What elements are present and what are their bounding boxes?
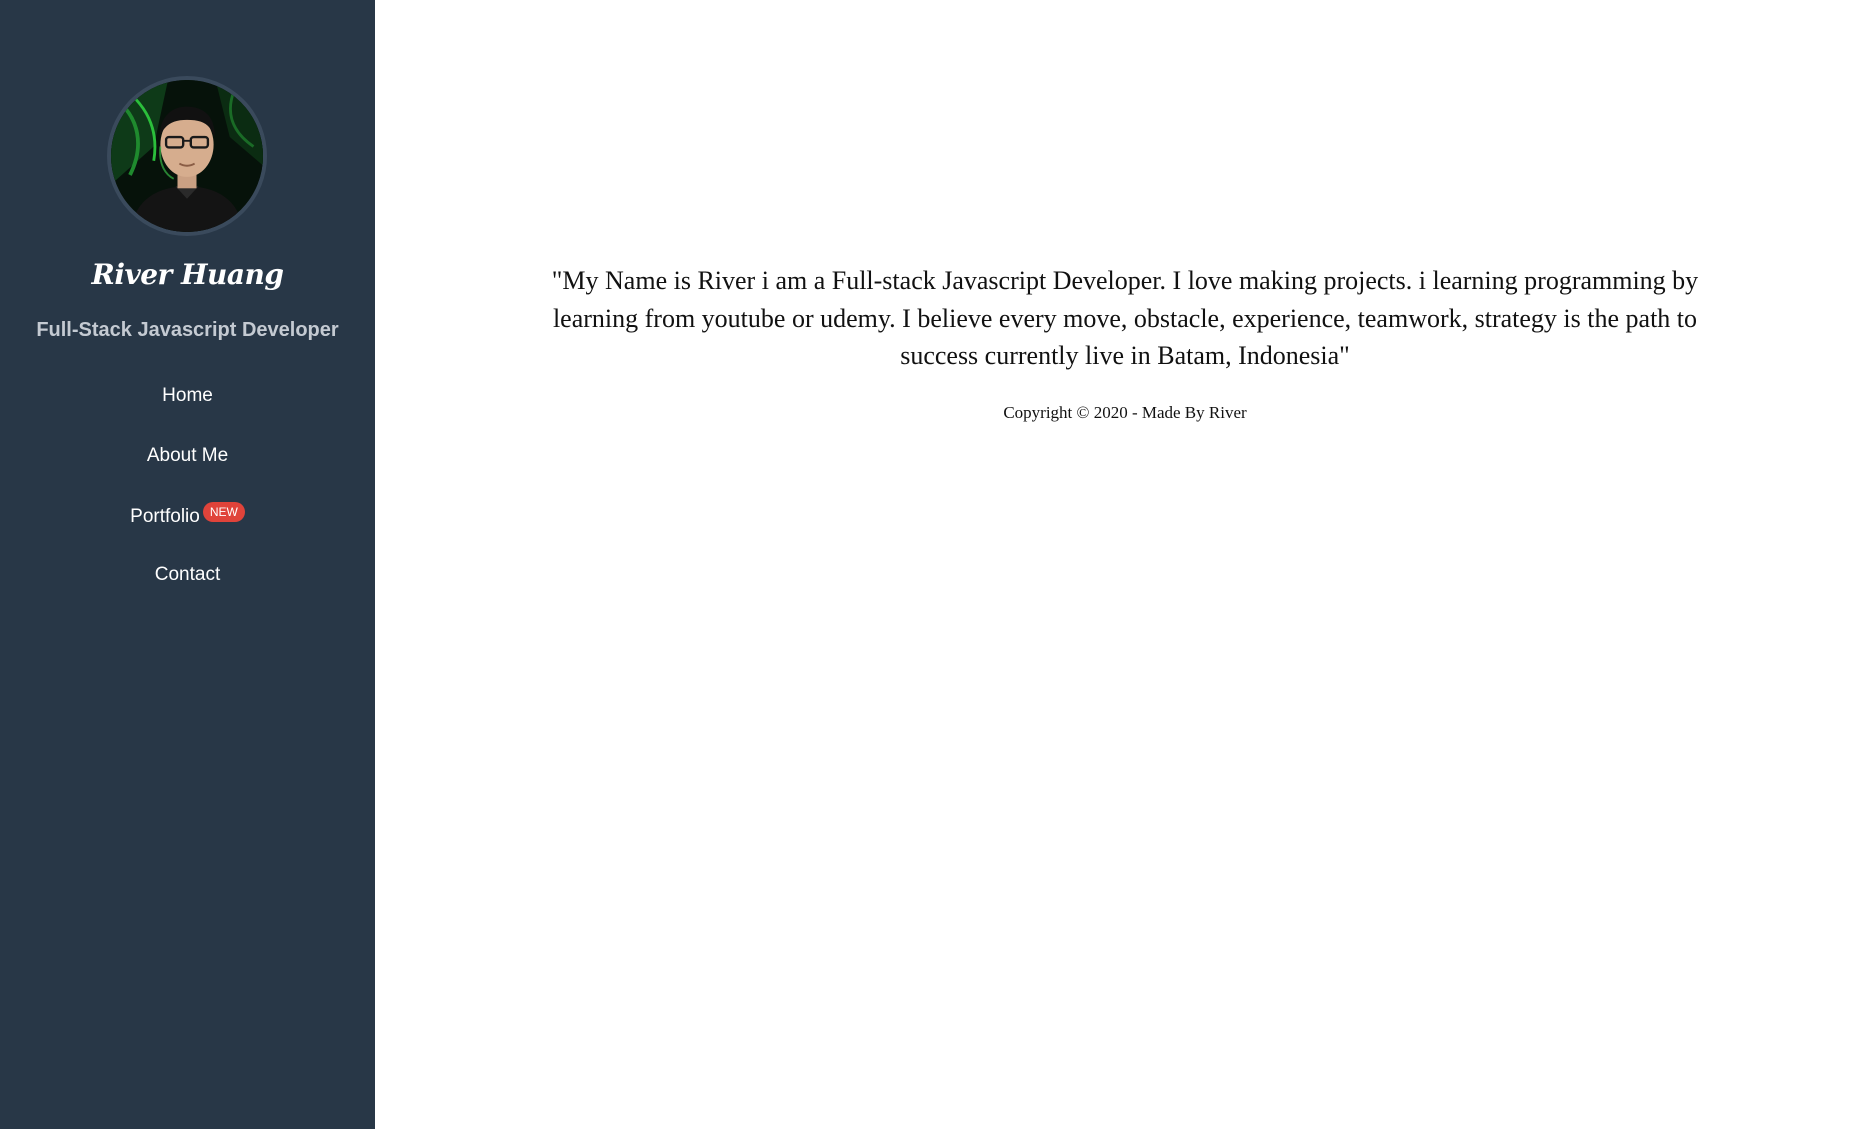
profile-photo (111, 80, 263, 232)
nav-item-home[interactable]: Home (0, 383, 375, 443)
nav-item-label[interactable]: Contact (155, 564, 220, 585)
copyright-text: Copyright © 2020 - Made By River (1003, 403, 1247, 422)
page: River Huang Full-Stack Javascript Develo… (0, 0, 1853, 1129)
nav-item-portfolio[interactable]: Portfolio NEW (0, 502, 375, 562)
profile-name: River Huang (91, 258, 284, 291)
sidebar: River Huang Full-Stack Javascript Develo… (0, 0, 375, 1129)
nav-item-label[interactable]: Portfolio (130, 506, 200, 527)
intro-quote: "My Name is River i am a Full-stack Java… (551, 266, 1699, 370)
new-badge: NEW (202, 502, 245, 522)
nav-item-label[interactable]: Home (162, 385, 213, 406)
sidebar-nav: Home About Me Portfolio NEW Contact (0, 383, 375, 621)
nav-item-contact[interactable]: Contact (0, 562, 375, 622)
avatar (107, 76, 267, 236)
profile-role: Full-Stack Javascript Developer (36, 319, 339, 341)
main-content: "My Name is River i am a Full-stack Java… (375, 0, 1853, 1129)
nav-item-about-me[interactable]: About Me (0, 443, 375, 503)
nav-item-label[interactable]: About Me (147, 445, 228, 466)
